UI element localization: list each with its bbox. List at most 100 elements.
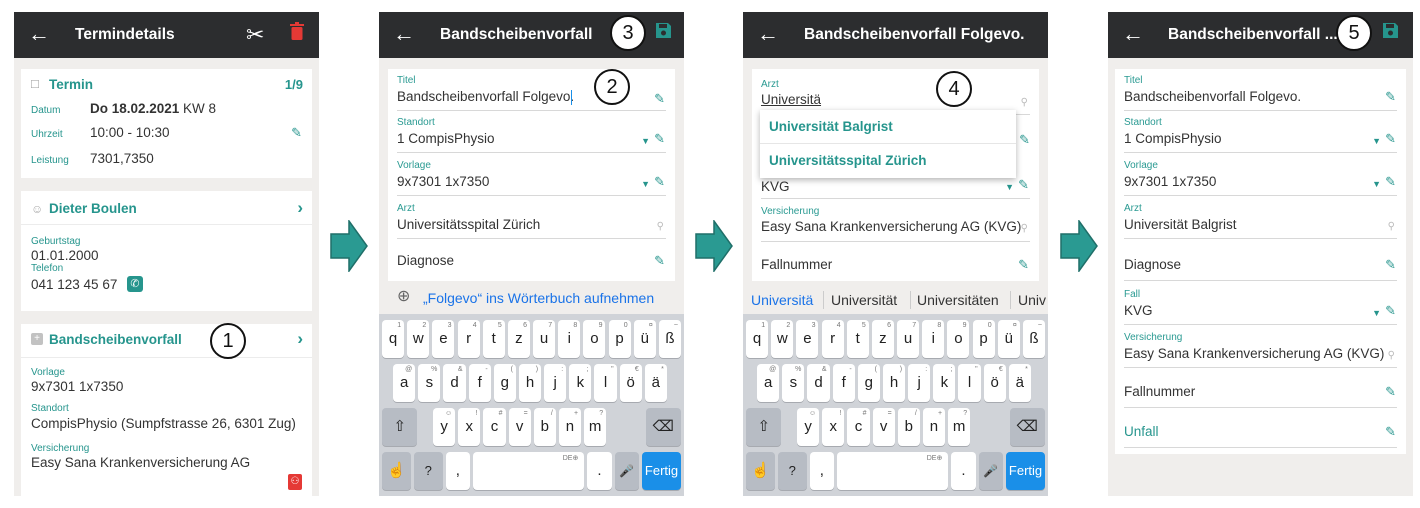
key-2[interactable]: d & [807,364,830,402]
key-6[interactable]: j: [908,364,931,402]
key-2[interactable]: e3 [432,320,455,358]
dropdown-caret-icon[interactable]: ▼ [1005,179,1014,195]
key-5[interactable]: h) [882,364,906,402]
key-11[interactable]: ß ~ [1022,320,1045,358]
key-1[interactable]: x! [458,408,481,446]
key-4[interactable]: b / [897,408,920,446]
fallnummer-field[interactable]: Fallnummer ✎ [761,249,1030,279]
key-7[interactable]: i8 [558,320,581,358]
key-4[interactable]: g( [493,364,516,402]
key-7[interactable]: k; [569,364,592,402]
autocomplete-option[interactable]: Universitätsspital Zürich [760,144,1016,178]
key-8[interactable]: l " [594,364,617,402]
key-9[interactable]: ö € [983,364,1006,402]
key-1[interactable]: s% [782,364,805,402]
search-icon[interactable]: ⚲ [1021,95,1028,111]
edit-pencil-icon[interactable]: ✎ [1385,384,1396,400]
titel-input[interactable]: Bandscheibenvorfall Folgevo. [397,89,574,105]
back-arrow-icon[interactable]: ← [1122,21,1144,47]
key-6[interactable]: m? [948,408,971,446]
key-8[interactable]: l " [958,364,981,402]
edit-pencil-icon[interactable]: ✎ [1385,89,1396,105]
dropdown-caret-icon[interactable]: ▼ [641,176,650,192]
word-suggestion[interactable]: Univ [1018,292,1046,308]
word-suggestion[interactable]: Universitä [751,292,813,308]
key-2[interactable]: c # [847,408,870,446]
edit-pencil-icon[interactable]: ✎ [1385,174,1396,190]
edit-pencil-icon[interactable]: ✎ [654,253,665,269]
key-7[interactable]: i8 [922,320,945,358]
key-1[interactable]: x! [822,408,845,446]
add-to-dictionary-suggestion[interactable]: „Folgevo“ ins Wörterbuch aufnehmen [423,290,654,306]
edit-pencil-icon[interactable]: ✎ [1385,303,1396,319]
key-9[interactable]: p0 [972,320,995,358]
key-4[interactable]: g( [857,364,880,402]
standort-field[interactable]: Standort 1 CompisPhysio ▼ ✎ [397,117,666,153]
dropdown-caret-icon[interactable]: ▼ [1372,133,1381,149]
key-4[interactable]: b / [533,408,556,446]
edit-pencil-icon[interactable]: ✎ [1018,257,1029,273]
word-suggestion[interactable]: Universität [831,292,897,308]
chevron-right-icon[interactable]: › [297,199,303,217]
key-3[interactable]: f- [832,364,855,402]
key-5[interactable]: z6 [871,320,894,358]
key-9[interactable]: ö € [619,364,642,402]
key-0[interactable]: a @ [757,364,780,402]
comma-key[interactable]: , [809,452,834,490]
key-0[interactable]: q1 [746,320,769,358]
key-0[interactable]: y ☺ [797,408,820,446]
shift-key[interactable]: ⇧ [746,408,782,446]
mic-key[interactable]: 🎤 [614,452,640,490]
titel-field[interactable]: Titel Bandscheibenvorfall Folgevo. ✎ [1124,75,1397,111]
key-10[interactable]: ä * [644,364,667,402]
enter-key[interactable]: Fertig [1006,452,1045,490]
key-9[interactable]: p0 [608,320,631,358]
edit-pencil-icon[interactable]: ✎ [654,174,665,190]
save-icon[interactable] [1382,22,1399,48]
space-key[interactable]: DE⊕ [837,452,949,490]
key-0[interactable]: y ☺ [433,408,456,446]
key-2[interactable]: d & [443,364,466,402]
key-3[interactable]: f- [468,364,491,402]
dropdown-caret-icon[interactable]: ▼ [641,133,650,149]
space-key[interactable]: DE⊕ [473,452,585,490]
edit-pencil-icon[interactable]: ✎ [291,125,302,141]
arzt-field[interactable]: Arzt Universitätsspital Zürich ⚲ [397,203,666,239]
backspace-key[interactable]: ⌫ [1009,408,1045,446]
arzt-field[interactable]: Arzt Universitä ⚲ [761,75,1030,115]
search-icon[interactable]: ⚲ [1388,219,1395,235]
numbers-key[interactable]: ?123 [777,452,807,490]
key-7[interactable]: k; [933,364,956,402]
shift-key[interactable]: ⇧ [382,408,418,446]
key-1[interactable]: s% [418,364,441,402]
enter-key[interactable]: Fertig [642,452,681,490]
key-10[interactable]: ü ¤ [997,320,1020,358]
key-3[interactable]: r4 [457,320,480,358]
fallnummer-field[interactable]: Fallnummer ✎ [1124,372,1397,408]
key-1[interactable]: w2 [407,320,430,358]
handwriting-key[interactable]: ☝ [746,452,775,490]
period-key[interactable]: . [587,452,612,490]
vorlage-field[interactable]: Vorlage 9x7301 1x7350 ▼ ✎ [397,160,666,196]
handwriting-key[interactable]: ☝ [382,452,411,490]
period-key[interactable]: . [951,452,976,490]
edit-pencil-icon[interactable]: ✎ [1385,257,1396,273]
key-0[interactable]: q1 [382,320,405,358]
autocomplete-option[interactable]: Universität Balgrist [760,110,1016,144]
key-6[interactable]: u7 [533,320,556,358]
search-icon[interactable]: ⚲ [657,219,664,235]
back-arrow-icon[interactable]: ← [393,21,415,47]
versicherung-field[interactable]: Versicherung Easy Sana Krankenversicheru… [1124,332,1397,368]
key-3[interactable]: r4 [821,320,844,358]
key-6[interactable]: j: [544,364,567,402]
numbers-key[interactable]: ?123 [413,452,443,490]
key-10[interactable]: ü ¤ [633,320,656,358]
word-suggestion[interactable]: Universitäten [917,292,999,308]
dropdown-caret-icon[interactable]: ▼ [1372,305,1381,321]
scissors-icon[interactable]: ✂ [246,22,264,48]
key-0[interactable]: a @ [393,364,416,402]
edit-pencil-icon[interactable]: ✎ [1019,132,1030,148]
key-11[interactable]: ß ~ [658,320,681,358]
key-8[interactable]: o9 [947,320,970,358]
key-5[interactable]: n + [558,408,582,446]
